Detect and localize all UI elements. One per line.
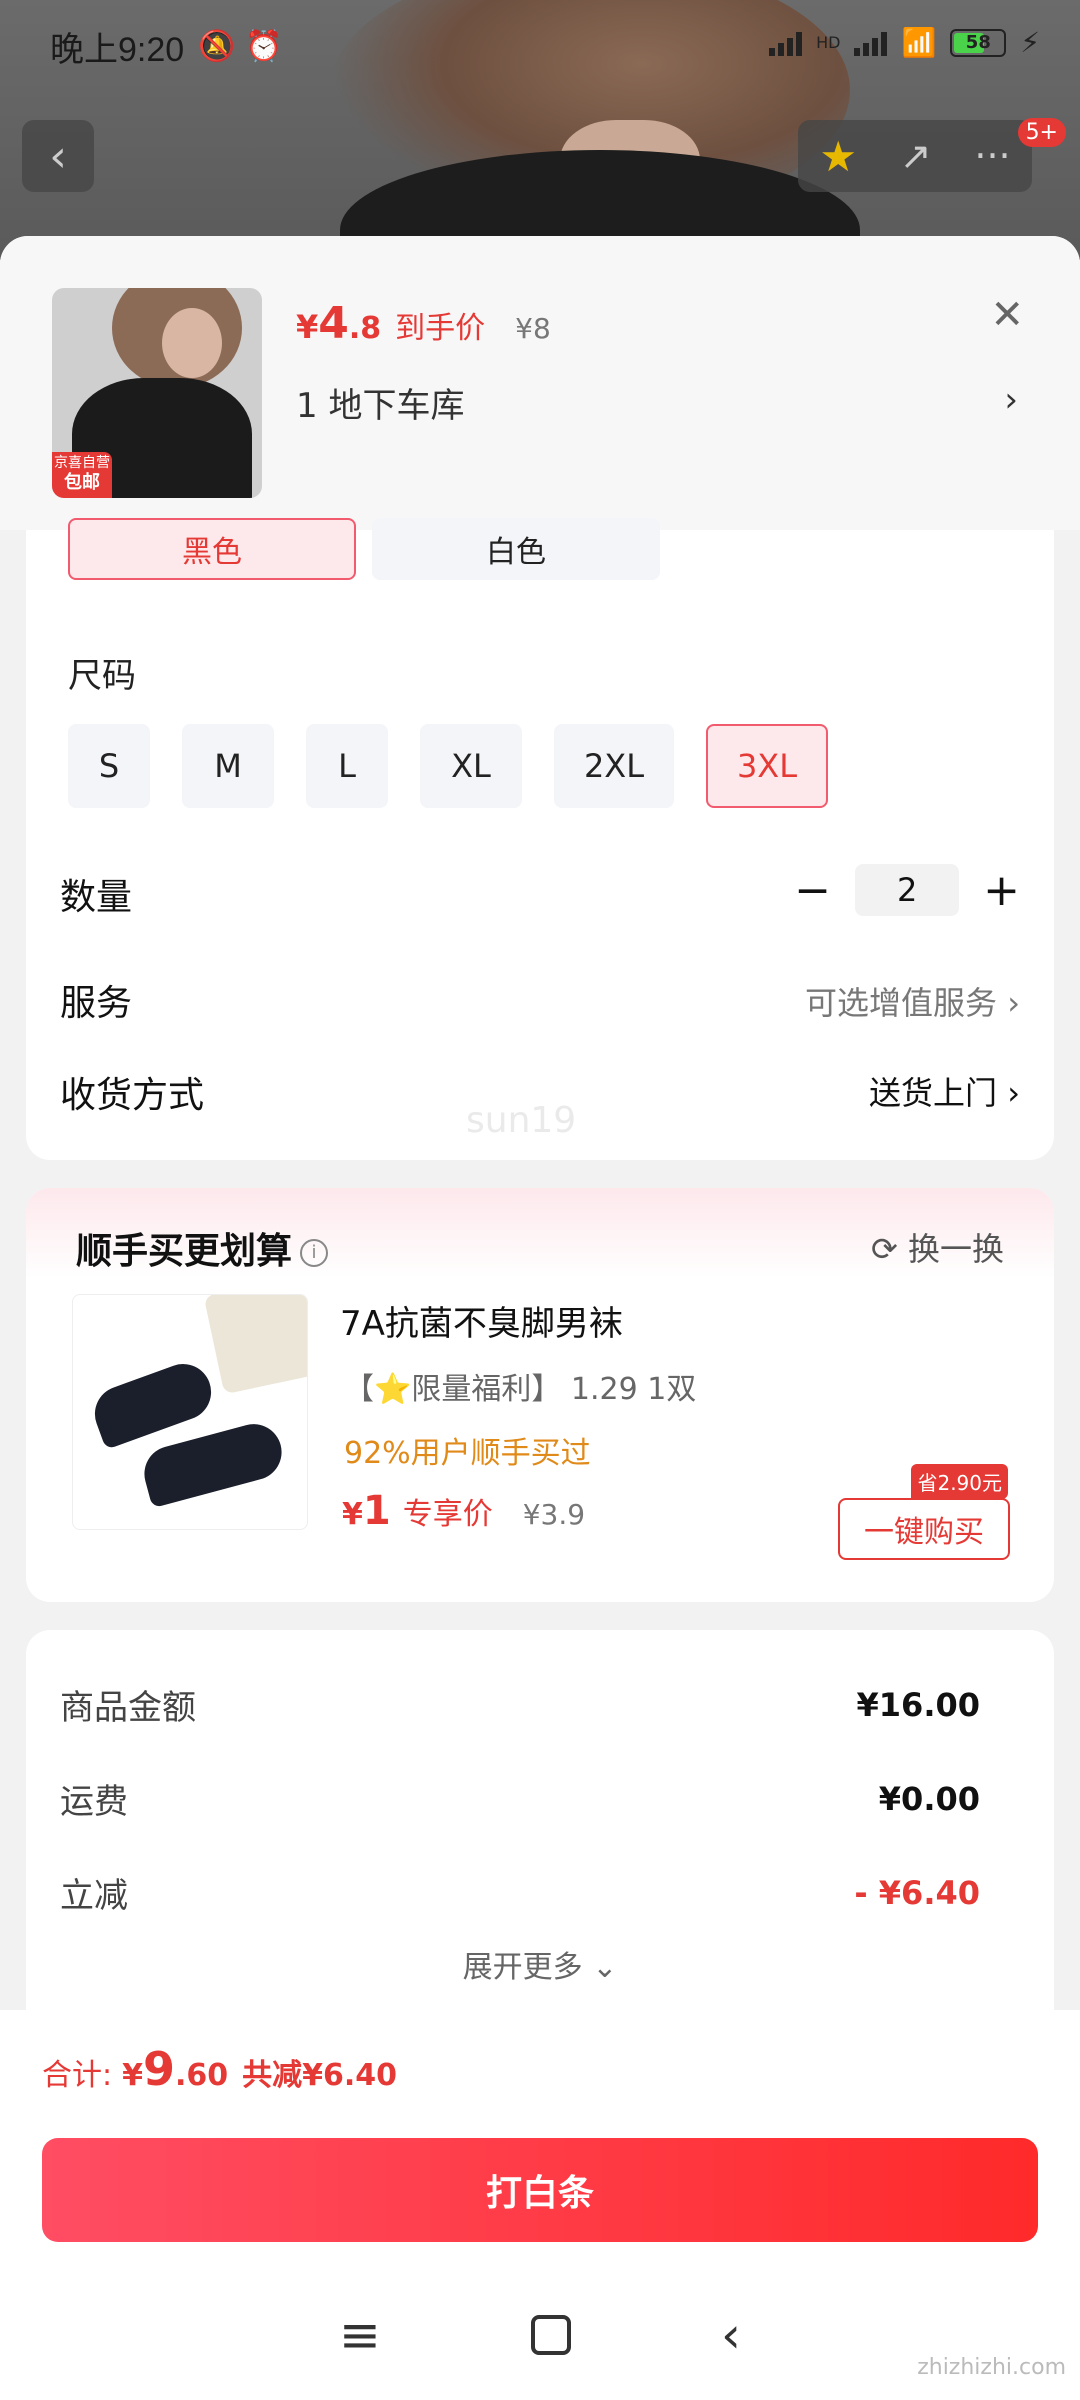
socks-image[interactable] [72, 1294, 308, 1530]
back-button[interactable]: ‹ [22, 120, 94, 192]
swap-button[interactable]: ⟳ 换一换 [871, 1224, 1004, 1270]
share-icon[interactable]: ↗ [900, 134, 932, 178]
summary-label: 商品金额 [60, 1688, 196, 1728]
total-saved: 共减¥6.40 [242, 2058, 398, 2093]
summary-value: - ¥6.40 [854, 1873, 980, 1912]
suggest-title-text: 顺手买更划算 [76, 1231, 293, 1272]
minus-button[interactable]: − [794, 865, 831, 916]
menu-icon[interactable]: ≡ [339, 2306, 381, 2364]
summary-row-discount: 立减 - ¥6.40 [60, 1868, 980, 1917]
one-click-buy-button[interactable]: 一键购买 [838, 1498, 1010, 1560]
size-title: 尺码 [68, 656, 136, 696]
size-option-2xl[interactable]: 2XL [554, 724, 674, 808]
thumb-tag-bottom: 包邮 [64, 471, 100, 493]
price-dec: .8 [348, 311, 382, 346]
home-icon[interactable] [530, 2315, 571, 2355]
size-option-s[interactable]: S [68, 724, 150, 808]
quantity-label: 数量 [60, 877, 133, 918]
network-label: HD [816, 33, 841, 52]
quantity-stepper: − 2 + [794, 864, 1020, 916]
color-option-black[interactable]: 黑色 [68, 518, 356, 580]
suggest-subtitle: 【⭐限量福利】 1.29 1双 [344, 1372, 697, 1407]
pay-with-baitiao-button[interactable]: 打白条 [42, 2138, 1038, 2242]
summary-value: ¥0.00 [878, 1779, 980, 1818]
delivery-value: 送货上门 [869, 1074, 998, 1112]
signal-icon [769, 30, 803, 56]
size-option-l[interactable]: L [306, 724, 388, 808]
chevron-right-icon: › [1007, 1074, 1020, 1112]
message-badge: 5+ [1017, 118, 1066, 147]
chevron-right-icon[interactable]: › [1004, 380, 1018, 420]
summary-value: ¥16.00 [856, 1685, 980, 1724]
size-option-xl[interactable]: XL [420, 724, 522, 808]
summary-label: 立减 [60, 1876, 128, 1916]
suggest-popularity: 92%用户顺手买过 [344, 1436, 591, 1471]
more-icon[interactable]: ··· [974, 134, 1010, 178]
chevron-right-icon: › [1007, 984, 1020, 1022]
price-int: 4 [318, 298, 349, 349]
original-price: ¥8 [515, 312, 551, 345]
plus-button[interactable]: + [983, 865, 1020, 916]
charging-icon: ⚡ [1020, 26, 1040, 59]
star-icon: ⭐ [374, 1372, 412, 1407]
status-time: 晚上9:20 [50, 30, 185, 69]
watermark: sun19 [466, 1100, 577, 1141]
wifi-icon: 📶 [901, 26, 937, 59]
color-option-white[interactable]: 白色 [372, 518, 660, 580]
total-dec: .60 [175, 2058, 229, 2093]
service-value: 可选增值服务 [805, 984, 998, 1022]
size-option-m[interactable]: M [182, 724, 274, 808]
price-symbol: ¥ [296, 308, 319, 346]
signal-icon-2 [854, 30, 888, 56]
price-summary: 商品金额 ¥16.00 运费 ¥0.00 立减 - ¥6.40 展开更多 ⌄ [26, 1630, 1054, 2010]
size-options: S M L XL 2XL 3XL [68, 724, 828, 808]
price-row: ¥ 4 .8 到手价 ¥8 [296, 298, 551, 349]
mute-alarm-icons: 🔕 ⏰ [198, 28, 283, 64]
free-shipping-tag: 京喜自营 包邮 [52, 452, 112, 498]
total-row: 合计: ¥ 9 .60 共减¥6.40 [42, 2042, 397, 2096]
summary-row-goods: 商品金额 ¥16.00 [60, 1680, 980, 1729]
product-thumbnail[interactable]: 京喜自营 包邮 [52, 288, 262, 498]
favorite-star-icon[interactable]: ★ [819, 132, 857, 181]
options-card: 黑色 白色 尺码 S M L XL 2XL 3XL 数量 − 2 + 服务 可选… [26, 518, 1054, 1160]
bundle-suggestion-card: 顺手买更划算 i ⟳ 换一换 7A抗菌不臭脚男袜 【⭐限量福利】 1.29 1双 … [26, 1188, 1054, 1602]
delivery-label: 收货方式 [60, 1075, 205, 1116]
source-watermark: zhizhizhi.com [917, 2355, 1066, 2380]
back-icon[interactable]: ‹ [721, 2306, 741, 2364]
quantity-input[interactable]: 2 [855, 864, 960, 916]
size-option-3xl[interactable]: 3XL [706, 724, 828, 808]
summary-row-shipping: 运费 ¥0.00 [60, 1774, 980, 1823]
delivery-selector[interactable]: 送货上门 › [869, 1068, 1020, 1114]
suggest-price: ¥ 1 专享价 ¥3.9 [342, 1488, 586, 1534]
close-icon[interactable]: ✕ [990, 292, 1024, 338]
total-symbol: ¥ [122, 2058, 143, 2093]
battery-icon: 58 [950, 28, 1007, 57]
top-actions: ★ ↗ ··· [798, 120, 1032, 192]
refresh-icon: ⟳ [871, 1230, 898, 1268]
summary-label: 运费 [60, 1782, 128, 1822]
savings-tag: 省2.90元 [911, 1464, 1008, 1499]
suggest-title: 顺手买更划算 i [76, 1222, 329, 1274]
sheet-header: 京喜自营 包邮 ¥ 4 .8 到手价 ¥8 ✕ 1 地下车库 › [0, 236, 1080, 530]
expand-more-button[interactable]: 展开更多 ⌄ [26, 1942, 1054, 1986]
total-int: 9 [142, 2042, 175, 2096]
swap-label: 换一换 [907, 1230, 1004, 1268]
service-label: 服务 [60, 983, 133, 1024]
info-icon[interactable]: i [300, 1239, 329, 1267]
service-selector[interactable]: 可选增值服务 › [805, 978, 1020, 1024]
suggest-product-name[interactable]: 7A抗菌不臭脚男袜 [340, 1296, 623, 1345]
status-right: HD 📶 58 ⚡ [769, 26, 1040, 59]
price-label: 到手价 [395, 311, 486, 346]
address-label[interactable]: 1 地下车库 [296, 378, 464, 427]
thumb-tag-top: 京喜自营 [54, 455, 110, 471]
total-label: 合计: [42, 2058, 113, 2093]
chevron-left-icon: ‹ [49, 130, 67, 182]
